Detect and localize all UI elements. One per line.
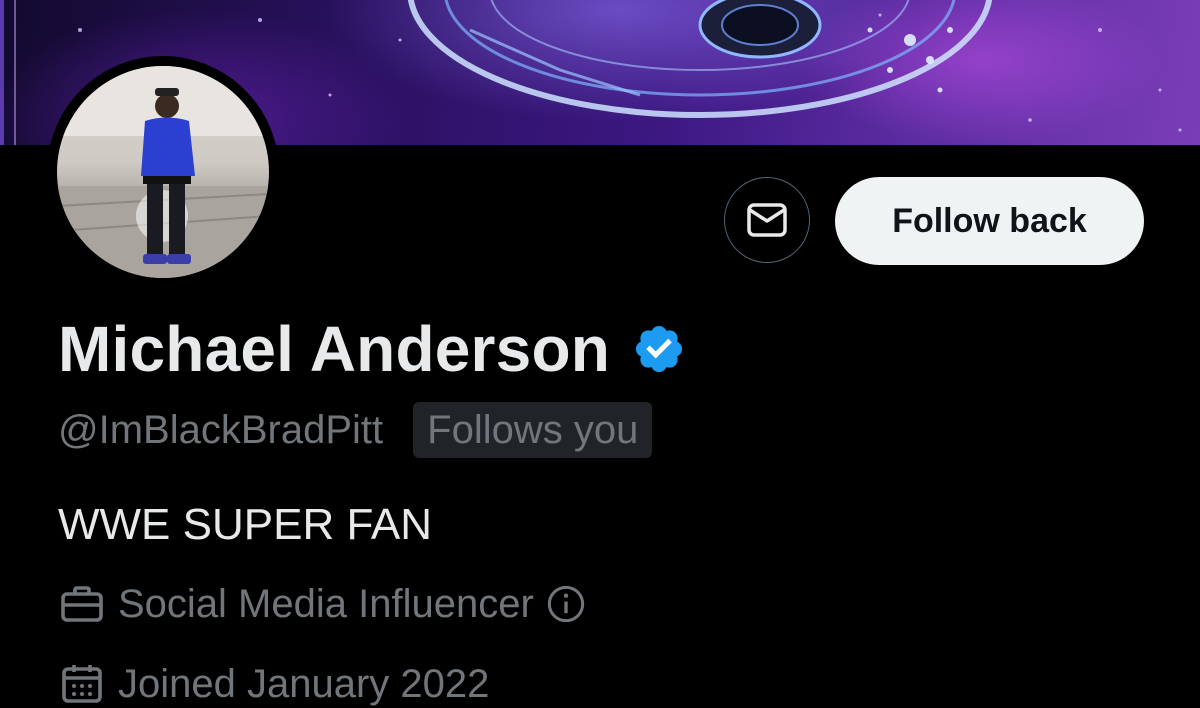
user-handle: @ImBlackBradPitt bbox=[58, 407, 384, 452]
profile-bio: WWE SUPER FAN bbox=[58, 500, 433, 549]
profile-category: Social Media Influencer bbox=[118, 581, 534, 626]
follow-back-button[interactable]: Follow back bbox=[835, 177, 1144, 265]
avatar-photo bbox=[57, 66, 269, 278]
profile-joined-row: Joined January 2022 bbox=[58, 660, 489, 708]
envelope-icon bbox=[747, 203, 787, 237]
info-icon[interactable] bbox=[546, 584, 586, 624]
profile-name-row: Michael Anderson bbox=[58, 312, 686, 386]
profile-avatar[interactable] bbox=[47, 56, 279, 288]
calendar-icon bbox=[62, 665, 102, 703]
handle-row: @ImBlackBradPitt Follows you bbox=[58, 402, 653, 458]
message-button[interactable] bbox=[724, 177, 810, 263]
verified-badge-icon[interactable] bbox=[632, 322, 686, 376]
briefcase-icon bbox=[61, 586, 103, 622]
display-name: Michael Anderson bbox=[58, 313, 611, 385]
profile-joined-date: Joined January 2022 bbox=[118, 661, 490, 706]
profile-category-row: Social Media Influencer bbox=[58, 580, 586, 628]
follows-you-badge: Follows you bbox=[413, 402, 653, 458]
